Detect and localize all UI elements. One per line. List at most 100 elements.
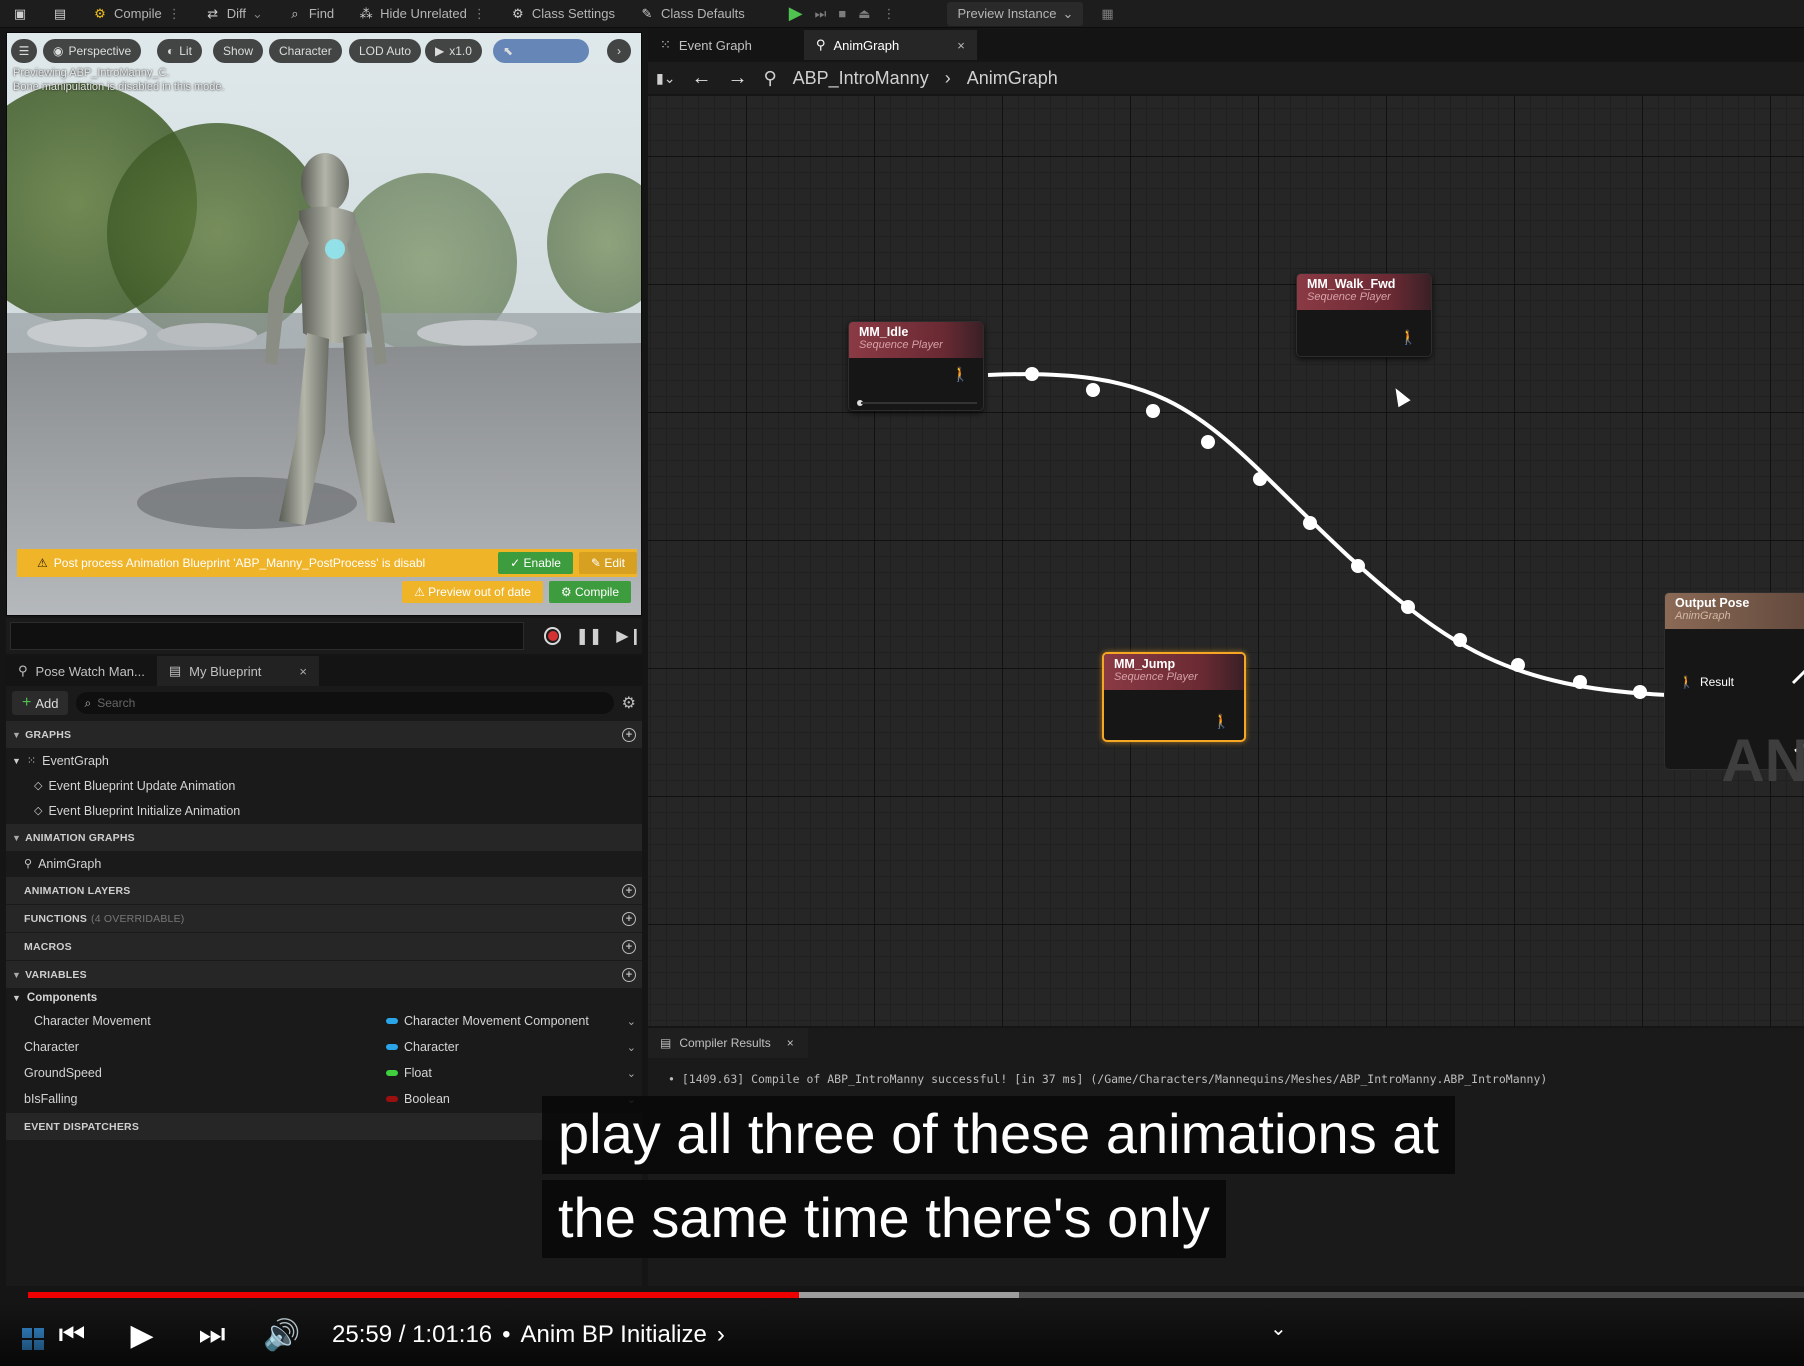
lit-button[interactable]: ◐ Lit	[157, 39, 202, 63]
viewport-select-slider[interactable]: ⬉	[493, 39, 589, 63]
node-mm-jump[interactable]: MM_Jump Sequence Player 🚶	[1102, 652, 1246, 742]
close-icon[interactable]: ×	[299, 664, 307, 679]
tree-item-eventgraph[interactable]: ▼ ⁙ EventGraph	[6, 748, 642, 773]
volume-icon[interactable]: 🔊	[262, 1318, 302, 1353]
tree-item-event-init[interactable]: ◇ Event Blueprint Initialize Animation	[6, 798, 642, 823]
chevron-down-icon[interactable]: ⌄	[627, 1015, 636, 1028]
close-icon[interactable]: ×	[787, 1036, 794, 1050]
add-function-icon[interactable]: +	[622, 911, 636, 926]
tab-compiler-results[interactable]: ▤ Compiler Results ×	[648, 1028, 808, 1058]
chevron-down-icon[interactable]: ⌄	[1270, 1316, 1287, 1341]
compile-icon: ⚙	[94, 5, 106, 21]
bp-toolbar: + Add ⌕ Search ⚙	[6, 686, 642, 720]
step-forward-icon[interactable]: ▶❙	[616, 626, 642, 646]
gear-icon[interactable]: ⚙	[622, 693, 636, 713]
forward-arrow-icon[interactable]: →	[727, 67, 747, 90]
class-defaults-button[interactable]: ✎ Class Defaults	[627, 0, 757, 28]
next-icon[interactable]: ⏭	[192, 1318, 232, 1352]
video-progress-bar[interactable]	[28, 1292, 1804, 1298]
tab-my-blueprint[interactable]: ▤ My Blueprint ×	[156, 656, 320, 686]
chevron-down-icon[interactable]: ⌄	[627, 1041, 636, 1054]
result-pin[interactable]: 🚶 Result	[1679, 675, 1734, 689]
speed-label: x1.0	[449, 44, 472, 58]
preview-instance-dropdown[interactable]: Preview Instance ⌄	[947, 1, 1084, 26]
variable-row[interactable]: GroundSpeed Float ⌄	[6, 1060, 642, 1086]
warning-text: Post process Animation Blueprint 'ABP_Ma…	[53, 556, 426, 570]
event-update-label: Event Blueprint Update Animation	[48, 778, 236, 793]
section-anim-graphs-label: ANIMATION GRAPHS	[25, 831, 135, 844]
find-button[interactable]: ⌕ Find	[275, 0, 346, 28]
diff-button[interactable]: ⇄ Diff ⌄	[193, 0, 275, 28]
viewport-expand-button[interactable]: ›	[607, 39, 631, 63]
compile-button[interactable]: ⚙ Compile ⋮	[80, 0, 193, 28]
section-animation-graphs[interactable]: ▼ ANIMATION GRAPHS	[6, 823, 642, 851]
variable-type[interactable]: Character	[386, 1040, 459, 1054]
bookmark-icon[interactable]: ▮⌄	[656, 70, 675, 87]
section-macros[interactable]: MACROS +	[6, 932, 642, 960]
section-variables[interactable]: ▼ VARIABLES +	[6, 960, 642, 988]
perspective-button[interactable]: ◉ Perspective	[43, 39, 142, 63]
edit-button[interactable]: ✎ Edit	[578, 552, 637, 574]
tree-item-components[interactable]: ▼ Components	[6, 988, 642, 1008]
compiler-message-text: [1409.63] Compile of ABP_IntroManny succ…	[681, 1072, 1548, 1086]
play-icon[interactable]: ▶	[789, 3, 803, 24]
tree-item-animgraph[interactable]: ⚲ AnimGraph	[6, 851, 642, 876]
playback-speed-button[interactable]: ▶ x1.0	[425, 39, 482, 63]
debug-icon[interactable]: ▦	[1101, 6, 1113, 22]
previous-icon[interactable]: ⏮	[52, 1318, 92, 1352]
section-graphs[interactable]: ▼ GRAPHS +	[6, 720, 642, 748]
add-macro-icon[interactable]: +	[622, 939, 636, 954]
tree-item-event-update[interactable]: ◇ Event Blueprint Update Animation	[6, 773, 642, 798]
timeline-scrubber[interactable]	[10, 622, 525, 650]
tab-animgraph[interactable]: ⚲ AnimGraph ×	[803, 30, 977, 60]
chevron-down-icon[interactable]: ⌄	[627, 1067, 636, 1080]
eject-icon[interactable]: ⏏	[858, 6, 870, 22]
viewport-compile-button[interactable]: ⚙ Compile	[548, 581, 631, 603]
play-icon[interactable]: ▶	[122, 1318, 162, 1353]
variable-name: Character	[24, 1040, 79, 1054]
tab-event-graph[interactable]: ⁙ Event Graph	[648, 30, 764, 60]
viewport-menu-button[interactable]: ☰	[11, 39, 37, 63]
search-input[interactable]: ⌕ Search	[76, 692, 614, 714]
lod-button[interactable]: LOD Auto	[349, 39, 422, 63]
stop-icon[interactable]: ■	[838, 6, 846, 21]
show-button[interactable]: Show	[213, 39, 264, 63]
close-icon[interactable]: ×	[957, 38, 965, 53]
add-layer-icon[interactable]: +	[622, 883, 636, 898]
breadcrumb-graph[interactable]: AnimGraph	[967, 68, 1058, 89]
browse-button[interactable]: ▤	[40, 0, 80, 28]
chevron-right-icon[interactable]: ›	[717, 1321, 725, 1349]
breadcrumb-blueprint[interactable]: ABP_IntroManny	[793, 68, 929, 89]
add-button[interactable]: + Add	[12, 691, 69, 715]
variable-type[interactable]: Character Movement Component	[386, 1014, 589, 1028]
hide-unrelated-button[interactable]: ⁂ Hide Unrelated ⋮	[346, 0, 498, 28]
pose-pin-icon[interactable]: 🚶	[1213, 713, 1230, 730]
step-icon[interactable]: ⏭	[815, 6, 827, 22]
section-animation-layers[interactable]: ANIMATION LAYERS +	[6, 876, 642, 904]
variable-type[interactable]: Boolean	[386, 1092, 450, 1106]
pose-pin-icon[interactable]: 🚶	[1400, 329, 1417, 346]
variable-row[interactable]: Character Character ⌄	[6, 1034, 642, 1060]
variable-type[interactable]: Float	[386, 1066, 432, 1080]
add-graph-icon[interactable]: +	[622, 727, 636, 742]
node-mm-idle[interactable]: MM_Idle Sequence Player 🚶	[848, 321, 984, 411]
bp-panel-tabs: ⚲ Pose Watch Man... ▤ My Blueprint ×	[6, 656, 642, 686]
chapter-label[interactable]: Anim BP Initialize	[521, 1321, 707, 1349]
add-variable-icon[interactable]: +	[622, 967, 636, 982]
enable-button[interactable]: ✓ Enable	[498, 552, 573, 574]
record-icon[interactable]	[544, 627, 562, 645]
tab-pose-watch[interactable]: ⚲ Pose Watch Man...	[6, 656, 157, 686]
save-button[interactable]: ▣	[0, 0, 40, 28]
anim-graph-canvas[interactable]: MM_Idle Sequence Player 🚶 MM_Walk_Fwd Se…	[648, 96, 1804, 1026]
pause-icon[interactable]: ❚❚	[575, 626, 602, 646]
pose-pin-icon[interactable]: 🚶	[952, 366, 969, 383]
more-icon[interactable]: ⋮	[882, 6, 895, 22]
node-mm-walk-fwd[interactable]: MM_Walk_Fwd Sequence Player 🚶	[1296, 273, 1432, 357]
running-man-icon: ⚲	[24, 858, 33, 870]
class-settings-button[interactable]: ⚙ Class Settings	[498, 0, 627, 28]
variable-row[interactable]: Character Movement Character Movement Com…	[6, 1008, 642, 1034]
back-arrow-icon[interactable]: ←	[691, 67, 711, 90]
section-functions[interactable]: FUNCTIONS (4 OVERRIDABLE) +	[6, 904, 642, 932]
preview-viewport[interactable]: ☰ ◉ Perspective ◐ Lit Show Character LOD A…	[6, 32, 642, 616]
character-button[interactable]: Character	[269, 39, 342, 63]
